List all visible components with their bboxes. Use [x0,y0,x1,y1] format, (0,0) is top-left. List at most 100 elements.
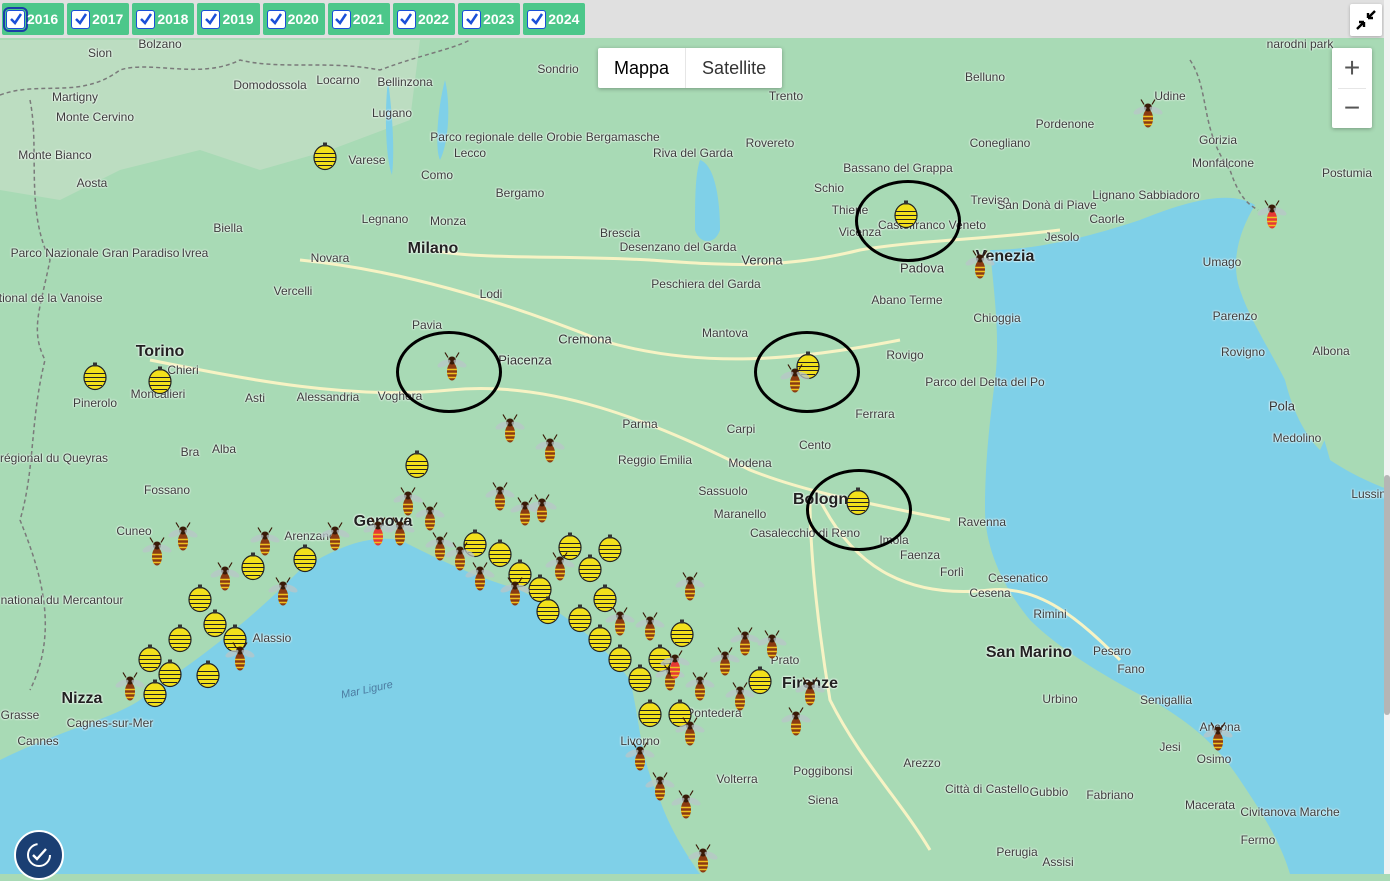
hornet-marker-icon[interactable] [675,717,705,754]
hornet-marker-icon[interactable] [210,562,240,599]
hornet-marker-icon[interactable] [115,672,145,709]
checkbox-checked-icon[interactable] [462,9,482,29]
place-label: Desenzano del Garda [619,240,737,254]
hornet-marker-icon[interactable] [725,682,755,719]
place-label: Lignano Sabbiadoro [1092,188,1200,202]
hornet-marker-icon[interactable] [781,707,811,744]
hornet-marker-icon[interactable] [142,537,172,574]
nest-marker-icon[interactable] [292,543,318,578]
checkbox-checked-icon[interactable] [396,9,416,29]
hornet-marker-icon[interactable] [320,522,350,559]
checkbox-checked-icon[interactable] [136,9,156,29]
zoom-in-button[interactable]: + [1332,48,1372,88]
place-label: Cesenatico [987,571,1049,585]
place-label: Alba [211,442,237,456]
nest-marker-icon[interactable] [142,678,168,713]
place-label: Monfalcone [1191,156,1255,170]
checkbox-checked-icon[interactable] [3,6,28,32]
highlight-circle [754,331,860,413]
hornet-marker-icon[interactable] [545,552,575,589]
place-label: Urbino [1042,692,1078,706]
place-label: Cremona [558,331,612,347]
exit-fullscreen-button[interactable] [1350,4,1382,36]
place-label: Como [420,168,454,182]
place-label: Caorle [1089,212,1125,226]
year-filter-2019[interactable]: 2019 [197,3,260,35]
checkbox-checked-icon[interactable] [331,9,351,29]
place-label: Domodossola [233,78,307,92]
nest-marker-icon[interactable] [312,141,338,176]
map-type-mappa[interactable]: Mappa [598,48,685,88]
nest-marker-icon[interactable] [195,659,221,694]
year-filter-2021[interactable]: 2021 [327,3,390,35]
year-filter-2017[interactable]: 2017 [67,3,130,35]
nest-marker-icon[interactable] [147,365,173,400]
place-label: Assisi [1042,855,1074,869]
place-label: Parc national de la Vanoise [0,291,103,305]
hornet-marker-icon[interactable] [688,844,718,881]
checkbox-checked-icon[interactable] [201,9,221,29]
hornet-marker-icon[interactable] [1203,722,1233,759]
place-label: Brescia [599,226,641,240]
hornet-marker-icon[interactable] [675,572,705,609]
red-hornet-marker-icon[interactable] [660,650,690,687]
year-filter-2020[interactable]: 2020 [262,3,325,35]
place-label: Padova [899,260,945,276]
page-scrollbar[interactable] [1384,0,1390,874]
place-label: Aosta [76,176,108,190]
nest-marker-icon[interactable] [404,449,430,484]
hornet-marker-icon[interactable] [250,527,280,564]
place-label: Martigny [51,90,99,104]
place-label: Reggio Emilia [617,453,693,467]
place-label: Novara [310,251,350,265]
year-filter-2016[interactable]: 2016 [2,3,65,35]
hornet-marker-icon[interactable] [268,577,298,614]
hornet-marker-icon[interactable] [1133,99,1163,136]
place-label: Bassano del Grappa [843,161,953,175]
nest-marker-icon[interactable] [597,533,623,568]
place-label: Lodi [479,287,503,301]
nest-marker-icon[interactable] [535,595,561,630]
place-label: Vercelli [273,284,313,298]
place-label: Piacenza [498,352,552,368]
hornet-marker-icon[interactable] [535,434,565,471]
checkbox-checked-icon[interactable] [71,9,91,29]
place-label: Pinerolo [72,396,118,410]
scrollbar-thumb[interactable] [1384,475,1390,715]
place-label: Pola [1268,398,1296,414]
checkbox-checked-icon[interactable] [266,9,286,29]
hornet-marker-icon[interactable] [495,414,525,451]
hornet-marker-icon[interactable] [527,494,557,531]
highlight-circle [806,469,912,551]
place-label: Medolino [1272,431,1322,445]
nest-marker-icon[interactable] [167,623,193,658]
hornet-marker-icon[interactable] [671,790,701,827]
hornet-marker-icon[interactable] [500,577,530,614]
map-canvas[interactable]: Bolzano Sion Domodossola Locarno Bellinzona S… [0,0,1390,874]
place-label: Parco del Delta del Po [925,375,1045,389]
zoom-divider [1338,88,1366,89]
accessibility-button[interactable] [14,830,64,880]
nest-marker-icon[interactable] [82,361,108,396]
hornet-marker-icon[interactable] [965,250,995,287]
map-type-satellite[interactable]: Satellite [686,48,782,88]
zoom-control: + − [1332,48,1372,128]
red-hornet-marker-icon[interactable] [1257,200,1287,237]
year-filter-2018[interactable]: 2018 [132,3,195,35]
year-filter-2022[interactable]: 2022 [392,3,456,35]
place-label: Rovereto [745,136,795,150]
checkbox-checked-icon[interactable] [527,9,547,29]
place-label: Jesolo [1044,230,1080,244]
hornet-marker-icon[interactable] [465,562,495,599]
nest-marker-icon[interactable] [637,698,663,733]
hornet-marker-icon[interactable] [605,607,635,644]
hornet-marker-icon[interactable] [168,522,198,559]
hornet-marker-icon[interactable] [635,612,665,649]
red-hornet-marker-icon[interactable] [363,517,393,554]
year-filter-2023[interactable]: 2023 [458,3,521,35]
year-filter-2024[interactable]: 2024 [523,3,586,35]
hornet-marker-icon[interactable] [757,630,787,667]
hornet-marker-icon[interactable] [225,642,255,679]
zoom-out-button[interactable]: − [1332,88,1372,128]
place-label: Senigallia [1139,693,1193,707]
